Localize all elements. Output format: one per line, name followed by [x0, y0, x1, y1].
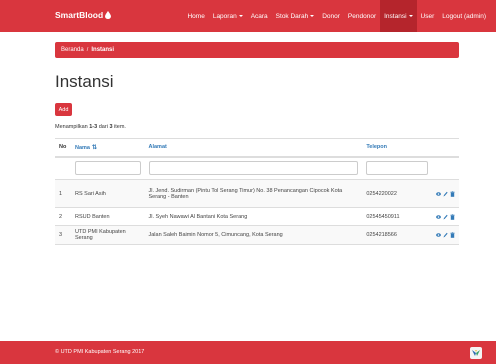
footer-text: © UTD PMI Kabupaten Serang 2017	[55, 349, 145, 355]
add-button[interactable]: Add	[55, 103, 72, 116]
brand[interactable]: SmartBlood	[55, 10, 112, 20]
nav-stok-darah-label: Stok Darah	[275, 12, 309, 20]
col-telepon-label[interactable]: Telepon	[366, 144, 387, 150]
eye-icon[interactable]	[436, 232, 441, 238]
cell-telepon: 02545450911	[362, 207, 432, 226]
summary-text: Menampilkan 1-3 dari 3 item.	[55, 124, 126, 130]
page-title: Instansi	[55, 72, 114, 91]
table-row: 1 RS Sari Asih Jl. Jend. Sudirman (Pintu T…	[55, 179, 459, 208]
cell-alamat: Jalan Saleh Baimin Nomor 5, Cimuncang, K…	[144, 225, 363, 245]
instansi-table: No Nama ⇅ Alamat Telepon 1 RS Sari Asih Jl.…	[55, 138, 459, 245]
filter-telepon-input[interactable]	[366, 161, 428, 176]
nav-user[interactable]: User	[417, 0, 439, 32]
nav-logout-admin[interactable]: Logout (admin)	[438, 0, 490, 32]
brand-name: SmartBlood	[55, 10, 104, 20]
summary-middle: dari	[98, 124, 108, 130]
col-alamat-label[interactable]: Alamat	[149, 144, 167, 150]
footer: © UTD PMI Kabupaten Serang 2017	[0, 341, 496, 364]
row-actions	[436, 190, 455, 197]
breadcrumb: Beranda / Instansi	[55, 42, 459, 58]
table-header-row: No Nama ⇅ Alamat Telepon	[55, 138, 459, 158]
nav-acara-label: Acara	[250, 12, 268, 20]
nav-user-label: User	[420, 12, 435, 20]
cell-nama: RSUD Banten	[70, 207, 145, 226]
sort-icon[interactable]: ⇅	[92, 145, 97, 151]
col-actions	[431, 138, 459, 158]
main-menu: Home Laporan Acara Stok Darah Donor Pendonor I…	[183, 0, 490, 32]
col-nama[interactable]: Nama ⇅	[70, 138, 145, 158]
nav-stok-darah[interactable]: Stok Darah	[272, 0, 319, 32]
nav-logout-admin-label: Logout (admin)	[442, 12, 486, 20]
cell-actions	[431, 179, 459, 208]
row-actions	[436, 213, 455, 220]
nav-donor-label: Donor	[322, 12, 340, 20]
nav-instansi-label: Instansi	[384, 12, 407, 20]
pencil-icon[interactable]	[443, 191, 448, 197]
blood-drop-icon	[105, 11, 112, 19]
summary-range: 1-3	[89, 124, 98, 130]
nav-laporan-label: Laporan	[212, 12, 237, 20]
cell-alamat: Jl. Syeh Nawawi Al Bantani Kota Serang	[144, 207, 363, 226]
col-telepon[interactable]: Telepon	[362, 138, 432, 158]
breadcrumb-separator: /	[86, 47, 89, 53]
footer-logo-icon	[470, 347, 482, 359]
cell-no: 1	[55, 179, 71, 208]
col-alamat[interactable]: Alamat	[144, 138, 363, 158]
eye-icon[interactable]	[436, 214, 441, 220]
filter-alamat-cell	[144, 156, 363, 180]
filter-nama-cell	[70, 156, 145, 180]
col-nama-label[interactable]: Nama	[75, 145, 90, 151]
cell-nama: RS Sari Asih	[70, 179, 145, 208]
breadcrumb-home[interactable]: Beranda	[61, 47, 84, 53]
pencil-icon[interactable]	[443, 232, 448, 238]
nav-laporan[interactable]: Laporan	[209, 0, 247, 32]
nav-acara[interactable]: Acara	[247, 0, 272, 32]
cell-nama: UTD PMI Kabupaten Serang	[70, 225, 145, 245]
cell-telepon: 0254218566	[362, 225, 432, 245]
col-no: No	[55, 138, 71, 158]
nav-pendonor[interactable]: Pendonor	[344, 0, 380, 32]
navbar: SmartBlood Home Laporan Acara Stok Darah Don…	[0, 0, 496, 32]
cell-no: 3	[55, 225, 71, 245]
nav-instansi[interactable]: Instansi	[380, 0, 417, 32]
table-row: 3 UTD PMI Kabupaten Serang Jalan Saleh Bai…	[55, 225, 459, 245]
nav-donor[interactable]: Donor	[318, 0, 344, 32]
caret-down-icon	[408, 15, 413, 17]
trash-icon[interactable]	[450, 232, 455, 238]
caret-down-icon	[310, 15, 315, 17]
summary-suffix: item.	[114, 124, 126, 130]
pencil-icon[interactable]	[443, 214, 448, 220]
caret-down-icon	[238, 15, 243, 17]
trash-icon[interactable]	[450, 213, 455, 220]
nav-home-label: Home	[187, 12, 205, 20]
summary-total: 3	[109, 124, 113, 130]
cell-actions	[431, 225, 459, 245]
summary-prefix: Menampilkan	[55, 124, 88, 130]
row-actions	[436, 232, 455, 238]
eye-icon[interactable]	[436, 191, 441, 197]
cell-no: 2	[55, 207, 71, 226]
filter-telepon-cell	[362, 156, 432, 180]
cell-telepon: 0254220022	[362, 179, 432, 208]
cell-alamat: Jl. Jend. Sudirman (Pintu Tol Serang Tim…	[144, 179, 363, 208]
filter-actions-cell	[431, 156, 459, 180]
breadcrumb-current: Instansi	[91, 47, 115, 53]
cell-actions	[431, 207, 459, 226]
nav-pendonor-label: Pendonor	[347, 12, 377, 20]
filter-nama-input[interactable]	[74, 161, 141, 176]
nav-home[interactable]: Home	[183, 0, 208, 32]
filter-alamat-input[interactable]	[148, 161, 359, 176]
filter-row	[55, 156, 459, 180]
trash-icon[interactable]	[450, 190, 455, 197]
filter-no-cell	[55, 156, 71, 180]
table-row: 2 RSUD Banten Jl. Syeh Nawawi Al Bantani K…	[55, 207, 459, 226]
